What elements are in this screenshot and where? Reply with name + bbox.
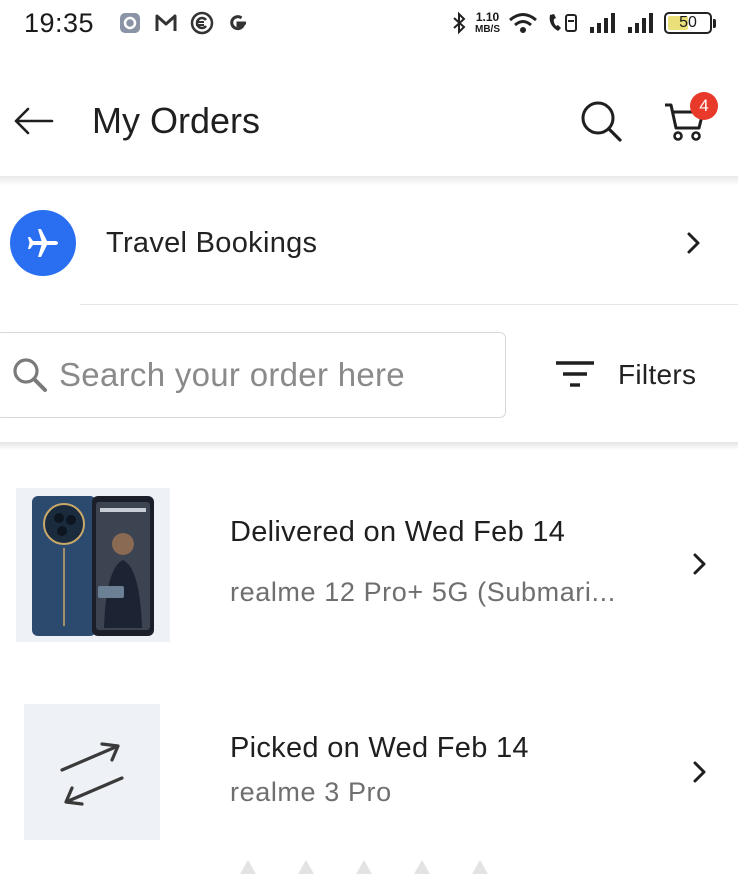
product-image [16, 488, 170, 642]
chevron-right-icon [692, 760, 708, 789]
order-item[interactable]: Picked on Wed Feb 14 realme 3 Pro [0, 702, 738, 842]
peek-shape [298, 860, 314, 874]
section-shadow [0, 442, 738, 450]
search-placeholder: Search your order here [59, 356, 405, 393]
signal-2-icon [626, 11, 656, 35]
header-actions: 4 [578, 92, 718, 144]
settings-app-icon [118, 11, 142, 35]
divider [80, 304, 738, 305]
peek-shape [472, 860, 488, 874]
wifi-calling-icon [546, 11, 580, 35]
product-name: realme 12 Pro+ 5G (Submari... [230, 577, 616, 607]
system-icons: 1.10 MB/S 50 [451, 11, 716, 35]
app-header: My Orders 4 [0, 66, 738, 176]
next-item-peek [240, 860, 488, 874]
exchange-arrows-icon [60, 742, 124, 806]
search-icon [581, 101, 622, 142]
notification-icons [118, 11, 250, 35]
order-item[interactable]: Delivered on Wed Feb 14 realme 12 Pro+ 5… [0, 486, 738, 642]
travel-bookings-row[interactable]: Travel Bookings [0, 200, 738, 286]
battery-cap [713, 18, 716, 28]
search-button[interactable] [578, 98, 624, 144]
airplane-icon [10, 210, 76, 276]
bluetooth-icon [451, 11, 467, 35]
network-speed: 1.10 MB/S [475, 9, 500, 35]
peek-shape [414, 860, 430, 874]
signal-1-icon [588, 11, 618, 35]
peek-shape [356, 860, 372, 874]
network-speed-unit: MB/S [475, 23, 500, 35]
cart-button[interactable]: 4 [662, 92, 718, 144]
gmail-icon [154, 12, 178, 34]
c-app-icon [190, 11, 214, 35]
product-name: realme 3 Pro [230, 777, 392, 807]
cart-count-badge: 4 [690, 92, 718, 120]
phone-image-icon [16, 488, 170, 642]
peek-shape [240, 860, 256, 874]
status-bar: 19:35 1.10 MB/S 50 [0, 0, 738, 46]
filters-label: Filters [618, 359, 697, 390]
filter-icon [556, 361, 594, 387]
battery-indicator: 50 [664, 12, 712, 34]
wifi-icon [508, 11, 538, 35]
exchange-image [24, 704, 160, 840]
chevron-right-icon [686, 231, 702, 255]
back-button[interactable] [10, 98, 56, 144]
page-title: My Orders [92, 100, 261, 141]
back-arrow-icon [14, 107, 54, 135]
header-shadow [0, 176, 738, 186]
order-info: Delivered on Wed Feb 14 realme 12 Pro+ 5… [230, 516, 616, 608]
chevron-right-icon [692, 552, 708, 581]
filters-button[interactable]: Filters [554, 348, 696, 402]
order-info: Picked on Wed Feb 14 realme 3 Pro [230, 732, 529, 808]
search-icon [13, 358, 47, 392]
network-speed-value: 1.10 [475, 9, 500, 24]
order-search-input[interactable]: Search your order here [0, 332, 506, 418]
order-status: Delivered on Wed Feb 14 [230, 516, 566, 548]
travel-bookings-label: Travel Bookings [106, 226, 318, 259]
battery-level: 50 [679, 14, 697, 31]
google-icon [226, 11, 250, 35]
order-status: Picked on Wed Feb 14 [230, 732, 529, 764]
status-time: 19:35 [24, 7, 95, 38]
